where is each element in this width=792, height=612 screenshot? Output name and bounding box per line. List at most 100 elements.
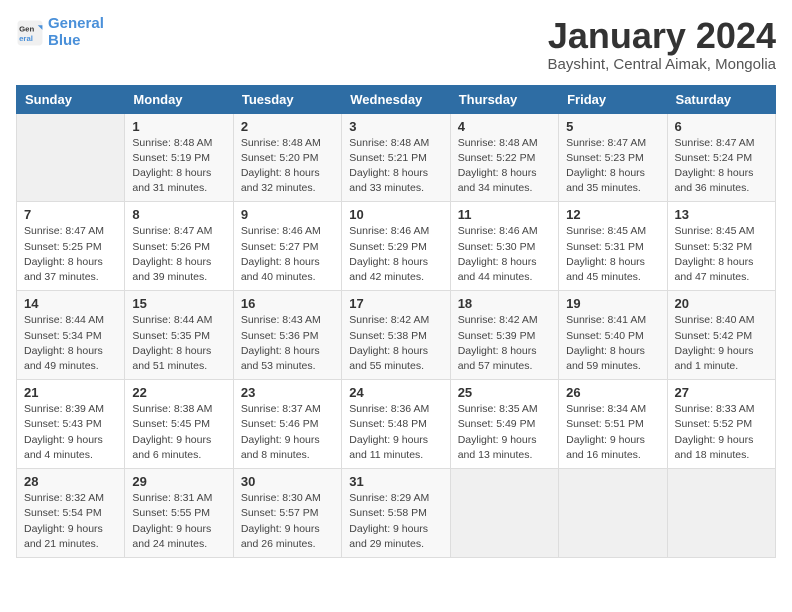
day-number: 12: [566, 207, 659, 222]
day-number: 30: [241, 474, 334, 489]
week-row-1: 1 Sunrise: 8:48 AMSunset: 5:19 PMDaylight…: [17, 113, 776, 202]
day-detail: Sunrise: 8:47 AMSunset: 5:26 PMDaylight:…: [132, 224, 225, 285]
day-detail: Sunrise: 8:48 AMSunset: 5:19 PMDaylight:…: [132, 136, 225, 197]
calendar-body: 1 Sunrise: 8:48 AMSunset: 5:19 PMDaylight…: [17, 113, 776, 557]
month-title: January 2024: [548, 16, 776, 56]
day-number: 6: [675, 119, 768, 134]
calendar-header-row: SundayMondayTuesdayWednesdayThursdayFrid…: [17, 85, 776, 113]
day-number: 27: [675, 385, 768, 400]
day-cell: 12 Sunrise: 8:45 AMSunset: 5:31 PMDayligh…: [559, 202, 667, 291]
day-detail: Sunrise: 8:46 AMSunset: 5:30 PMDaylight:…: [458, 224, 551, 285]
calendar-table: SundayMondayTuesdayWednesdayThursdayFrid…: [16, 85, 776, 558]
day-cell: 10 Sunrise: 8:46 AMSunset: 5:29 PMDayligh…: [342, 202, 450, 291]
day-detail: Sunrise: 8:47 AMSunset: 5:23 PMDaylight:…: [566, 136, 659, 197]
day-number: 26: [566, 385, 659, 400]
day-number: 16: [241, 296, 334, 311]
day-detail: Sunrise: 8:46 AMSunset: 5:29 PMDaylight:…: [349, 224, 442, 285]
day-cell: 14Sunrise: 8:44 AMSunset: 5:34 PMDayligh…: [17, 291, 125, 380]
day-cell: 5 Sunrise: 8:47 AMSunset: 5:23 PMDaylight…: [559, 113, 667, 202]
day-detail: Sunrise: 8:48 AMSunset: 5:22 PMDaylight:…: [458, 136, 551, 197]
day-number: 29: [132, 474, 225, 489]
day-number: 24: [349, 385, 442, 400]
day-number: 10: [349, 207, 442, 222]
day-cell: 8 Sunrise: 8:47 AMSunset: 5:26 PMDaylight…: [125, 202, 233, 291]
day-header-sunday: Sunday: [17, 85, 125, 113]
day-number: 21: [24, 385, 117, 400]
day-detail: Sunrise: 8:38 AMSunset: 5:45 PMDaylight:…: [132, 402, 225, 463]
location-subtitle: Bayshint, Central Aimak, Mongolia: [548, 56, 776, 73]
day-number: 2: [241, 119, 334, 134]
day-detail: Sunrise: 8:44 AMSunset: 5:35 PMDaylight:…: [132, 313, 225, 374]
day-detail: Sunrise: 8:40 AMSunset: 5:42 PMDaylight:…: [675, 313, 768, 374]
day-detail: Sunrise: 8:43 AMSunset: 5:36 PMDaylight:…: [241, 313, 334, 374]
week-row-4: 21 Sunrise: 8:39 AMSunset: 5:43 PMDayligh…: [17, 380, 776, 469]
day-cell: 19 Sunrise: 8:41 AMSunset: 5:40 PMDayligh…: [559, 291, 667, 380]
day-cell: [559, 469, 667, 558]
day-detail: Sunrise: 8:48 AMSunset: 5:20 PMDaylight:…: [241, 136, 334, 197]
day-cell: 18 Sunrise: 8:42 AMSunset: 5:39 PMDayligh…: [450, 291, 558, 380]
day-cell: 11 Sunrise: 8:46 AMSunset: 5:30 PMDayligh…: [450, 202, 558, 291]
day-detail: Sunrise: 8:35 AMSunset: 5:49 PMDaylight:…: [458, 402, 551, 463]
day-detail: Sunrise: 8:45 AMSunset: 5:31 PMDaylight:…: [566, 224, 659, 285]
logo-icon: Gen eral: [16, 19, 44, 47]
day-detail: Sunrise: 8:42 AMSunset: 5:38 PMDaylight:…: [349, 313, 442, 374]
day-number: 28: [24, 474, 117, 489]
day-detail: Sunrise: 8:42 AMSunset: 5:39 PMDaylight:…: [458, 313, 551, 374]
day-number: 20: [675, 296, 768, 311]
day-cell: 20 Sunrise: 8:40 AMSunset: 5:42 PMDayligh…: [667, 291, 775, 380]
day-number: 13: [675, 207, 768, 222]
day-header-wednesday: Wednesday: [342, 85, 450, 113]
day-number: 4: [458, 119, 551, 134]
day-number: 11: [458, 207, 551, 222]
day-number: 1: [132, 119, 225, 134]
day-number: 3: [349, 119, 442, 134]
day-detail: Sunrise: 8:47 AMSunset: 5:24 PMDaylight:…: [675, 136, 768, 197]
day-cell: 31 Sunrise: 8:29 AMSunset: 5:58 PMDayligh…: [342, 469, 450, 558]
title-block: January 2024 Bayshint, Central Aimak, Mo…: [548, 16, 776, 73]
day-number: 9: [241, 207, 334, 222]
day-detail: Sunrise: 8:41 AMSunset: 5:40 PMDaylight:…: [566, 313, 659, 374]
day-number: 17: [349, 296, 442, 311]
day-header-monday: Monday: [125, 85, 233, 113]
svg-text:Gen: Gen: [19, 24, 34, 33]
day-number: 31: [349, 474, 442, 489]
day-number: 18: [458, 296, 551, 311]
week-row-2: 7Sunrise: 8:47 AMSunset: 5:25 PMDaylight…: [17, 202, 776, 291]
day-cell: 16 Sunrise: 8:43 AMSunset: 5:36 PMDayligh…: [233, 291, 341, 380]
day-number: 23: [241, 385, 334, 400]
day-cell: 9 Sunrise: 8:46 AMSunset: 5:27 PMDaylight…: [233, 202, 341, 291]
day-header-friday: Friday: [559, 85, 667, 113]
day-cell: 29Sunrise: 8:31 AMSunset: 5:55 PMDayligh…: [125, 469, 233, 558]
day-cell: 25Sunrise: 8:35 AMSunset: 5:49 PMDayligh…: [450, 380, 558, 469]
day-number: 22: [132, 385, 225, 400]
week-row-3: 14Sunrise: 8:44 AMSunset: 5:34 PMDayligh…: [17, 291, 776, 380]
day-detail: Sunrise: 8:32 AMSunset: 5:54 PMDaylight:…: [24, 491, 117, 552]
day-cell: 1 Sunrise: 8:48 AMSunset: 5:19 PMDaylight…: [125, 113, 233, 202]
day-cell: [450, 469, 558, 558]
logo-text: GeneralBlue: [48, 16, 104, 49]
day-detail: Sunrise: 8:34 AMSunset: 5:51 PMDaylight:…: [566, 402, 659, 463]
week-row-5: 28 Sunrise: 8:32 AMSunset: 5:54 PMDayligh…: [17, 469, 776, 558]
day-cell: 6 Sunrise: 8:47 AMSunset: 5:24 PMDaylight…: [667, 113, 775, 202]
day-header-thursday: Thursday: [450, 85, 558, 113]
day-number: 8: [132, 207, 225, 222]
day-cell: [17, 113, 125, 202]
day-cell: 4 Sunrise: 8:48 AMSunset: 5:22 PMDaylight…: [450, 113, 558, 202]
page-header: Gen eral GeneralBlue January 2024 Bayshi…: [16, 16, 776, 73]
day-cell: [667, 469, 775, 558]
day-detail: Sunrise: 8:36 AMSunset: 5:48 PMDaylight:…: [349, 402, 442, 463]
day-cell: 30 Sunrise: 8:30 AMSunset: 5:57 PMDayligh…: [233, 469, 341, 558]
day-detail: Sunrise: 8:39 AMSunset: 5:43 PMDaylight:…: [24, 402, 117, 463]
day-detail: Sunrise: 8:37 AMSunset: 5:46 PMDaylight:…: [241, 402, 334, 463]
day-detail: Sunrise: 8:30 AMSunset: 5:57 PMDaylight:…: [241, 491, 334, 552]
day-detail: Sunrise: 8:48 AMSunset: 5:21 PMDaylight:…: [349, 136, 442, 197]
day-cell: 23 Sunrise: 8:37 AMSunset: 5:46 PMDayligh…: [233, 380, 341, 469]
day-detail: Sunrise: 8:46 AMSunset: 5:27 PMDaylight:…: [241, 224, 334, 285]
day-cell: 13Sunrise: 8:45 AMSunset: 5:32 PMDayligh…: [667, 202, 775, 291]
day-cell: 26 Sunrise: 8:34 AMSunset: 5:51 PMDayligh…: [559, 380, 667, 469]
day-number: 14: [24, 296, 117, 311]
day-detail: Sunrise: 8:29 AMSunset: 5:58 PMDaylight:…: [349, 491, 442, 552]
day-number: 5: [566, 119, 659, 134]
day-number: 19: [566, 296, 659, 311]
day-header-saturday: Saturday: [667, 85, 775, 113]
